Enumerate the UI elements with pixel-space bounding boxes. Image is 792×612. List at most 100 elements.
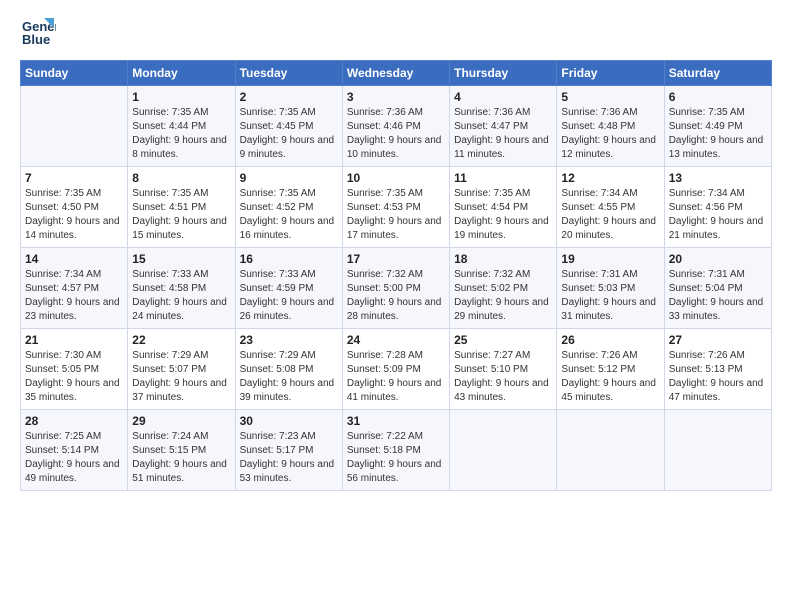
logo-text: General Blue <box>20 16 56 52</box>
cell-sunrise: Sunrise: 7:23 AMSunset: 5:17 PMDaylight:… <box>240 431 335 484</box>
calendar-cell: 20Sunrise: 7:31 AMSunset: 5:04 PMDayligh… <box>664 248 771 329</box>
header-row: SundayMondayTuesdayWednesdayThursdayFrid… <box>21 61 772 86</box>
cell-sunrise: Sunrise: 7:26 AMSunset: 5:12 PMDaylight:… <box>561 350 656 403</box>
day-number: 11 <box>454 171 552 185</box>
calendar-cell: 23Sunrise: 7:29 AMSunset: 5:08 PMDayligh… <box>235 329 342 410</box>
cell-sunrise: Sunrise: 7:35 AMSunset: 4:44 PMDaylight:… <box>132 107 227 160</box>
header-cell-thursday: Thursday <box>450 61 557 86</box>
logo: General Blue <box>20 16 56 52</box>
day-number: 15 <box>132 252 230 266</box>
day-number: 24 <box>347 333 445 347</box>
cell-sunrise: Sunrise: 7:30 AMSunset: 5:05 PMDaylight:… <box>25 350 120 403</box>
calendar-cell: 28 Sunrise: 7:25 AMSunset: 5:14 PMDayligh… <box>21 410 128 491</box>
calendar-cell: 31Sunrise: 7:22 AMSunset: 5:18 PMDayligh… <box>342 410 449 491</box>
day-number: 14 <box>25 252 123 266</box>
day-number: 27 <box>669 333 767 347</box>
calendar-cell: 15 Sunrise: 7:33 AMSunset: 4:58 PMDayligh… <box>128 248 235 329</box>
day-number: 23 <box>240 333 338 347</box>
header-cell-tuesday: Tuesday <box>235 61 342 86</box>
calendar-cell: 19Sunrise: 7:31 AMSunset: 5:03 PMDayligh… <box>557 248 664 329</box>
svg-text:Blue: Blue <box>22 32 50 47</box>
calendar-cell: 10Sunrise: 7:35 AMSunset: 4:53 PMDayligh… <box>342 167 449 248</box>
week-row-0: 1 Sunrise: 7:35 AMSunset: 4:44 PMDaylight… <box>21 86 772 167</box>
calendar-cell <box>664 410 771 491</box>
day-number: 10 <box>347 171 445 185</box>
calendar-cell: 18 Sunrise: 7:32 AMSunset: 5:02 PMDayligh… <box>450 248 557 329</box>
calendar-cell: 11 Sunrise: 7:35 AMSunset: 4:54 PMDayligh… <box>450 167 557 248</box>
calendar-cell: 26 Sunrise: 7:26 AMSunset: 5:12 PMDayligh… <box>557 329 664 410</box>
cell-sunrise: Sunrise: 7:24 AMSunset: 5:15 PMDaylight:… <box>132 431 227 484</box>
cell-sunrise: Sunrise: 7:35 AMSunset: 4:52 PMDaylight:… <box>240 188 335 241</box>
cell-sunrise: Sunrise: 7:33 AMSunset: 4:59 PMDaylight:… <box>240 269 335 322</box>
calendar-cell: 12 Sunrise: 7:34 AMSunset: 4:55 PMDayligh… <box>557 167 664 248</box>
cell-sunrise: Sunrise: 7:27 AMSunset: 5:10 PMDaylight:… <box>454 350 549 403</box>
cell-sunrise: Sunrise: 7:35 AMSunset: 4:51 PMDaylight:… <box>132 188 227 241</box>
header-cell-monday: Monday <box>128 61 235 86</box>
cell-sunrise: Sunrise: 7:35 AMSunset: 4:45 PMDaylight:… <box>240 107 335 160</box>
cell-sunrise: Sunrise: 7:36 AMSunset: 4:48 PMDaylight:… <box>561 107 656 160</box>
calendar-cell <box>557 410 664 491</box>
calendar-cell: 2 Sunrise: 7:35 AMSunset: 4:45 PMDaylight… <box>235 86 342 167</box>
week-row-4: 28 Sunrise: 7:25 AMSunset: 5:14 PMDayligh… <box>21 410 772 491</box>
week-row-3: 21 Sunrise: 7:30 AMSunset: 5:05 PMDayligh… <box>21 329 772 410</box>
cell-sunrise: Sunrise: 7:34 AMSunset: 4:56 PMDaylight:… <box>669 188 764 241</box>
day-number: 17 <box>347 252 445 266</box>
day-number: 3 <box>347 90 445 104</box>
calendar-cell: 9 Sunrise: 7:35 AMSunset: 4:52 PMDaylight… <box>235 167 342 248</box>
calendar-cell: 8 Sunrise: 7:35 AMSunset: 4:51 PMDaylight… <box>128 167 235 248</box>
day-number: 22 <box>132 333 230 347</box>
calendar-cell: 27Sunrise: 7:26 AMSunset: 5:13 PMDayligh… <box>664 329 771 410</box>
calendar-cell: 17Sunrise: 7:32 AMSunset: 5:00 PMDayligh… <box>342 248 449 329</box>
cell-sunrise: Sunrise: 7:35 AMSunset: 4:50 PMDaylight:… <box>25 188 120 241</box>
cell-sunrise: Sunrise: 7:36 AMSunset: 4:46 PMDaylight:… <box>347 107 442 160</box>
day-number: 26 <box>561 333 659 347</box>
header: General Blue <box>20 16 772 52</box>
cell-sunrise: Sunrise: 7:33 AMSunset: 4:58 PMDaylight:… <box>132 269 227 322</box>
cell-sunrise: Sunrise: 7:31 AMSunset: 5:04 PMDaylight:… <box>669 269 764 322</box>
day-number: 4 <box>454 90 552 104</box>
calendar-cell: 3 Sunrise: 7:36 AMSunset: 4:46 PMDaylight… <box>342 86 449 167</box>
calendar-table: SundayMondayTuesdayWednesdayThursdayFrid… <box>20 60 772 491</box>
cell-sunrise: Sunrise: 7:35 AMSunset: 4:49 PMDaylight:… <box>669 107 764 160</box>
day-number: 1 <box>132 90 230 104</box>
calendar-cell: 7Sunrise: 7:35 AMSunset: 4:50 PMDaylight… <box>21 167 128 248</box>
day-number: 25 <box>454 333 552 347</box>
day-number: 12 <box>561 171 659 185</box>
page-container: General Blue SundayMondayTuesdayWednesda… <box>0 0 792 501</box>
cell-sunrise: Sunrise: 7:25 AMSunset: 5:14 PMDaylight:… <box>25 431 120 484</box>
calendar-cell: 25 Sunrise: 7:27 AMSunset: 5:10 PMDayligh… <box>450 329 557 410</box>
cell-sunrise: Sunrise: 7:34 AMSunset: 4:55 PMDaylight:… <box>561 188 656 241</box>
header-cell-sunday: Sunday <box>21 61 128 86</box>
day-number: 30 <box>240 414 338 428</box>
day-number: 21 <box>25 333 123 347</box>
calendar-cell <box>450 410 557 491</box>
calendar-cell: 1 Sunrise: 7:35 AMSunset: 4:44 PMDaylight… <box>128 86 235 167</box>
day-number: 9 <box>240 171 338 185</box>
day-number: 2 <box>240 90 338 104</box>
day-number: 6 <box>669 90 767 104</box>
header-cell-friday: Friday <box>557 61 664 86</box>
calendar-cell: 29 Sunrise: 7:24 AMSunset: 5:15 PMDayligh… <box>128 410 235 491</box>
cell-sunrise: Sunrise: 7:29 AMSunset: 5:07 PMDaylight:… <box>132 350 227 403</box>
day-number: 5 <box>561 90 659 104</box>
day-number: 8 <box>132 171 230 185</box>
cell-sunrise: Sunrise: 7:34 AMSunset: 4:57 PMDaylight:… <box>25 269 120 322</box>
day-number: 29 <box>132 414 230 428</box>
calendar-cell: 22 Sunrise: 7:29 AMSunset: 5:07 PMDayligh… <box>128 329 235 410</box>
calendar-cell: 6 Sunrise: 7:35 AMSunset: 4:49 PMDaylight… <box>664 86 771 167</box>
day-number: 19 <box>561 252 659 266</box>
cell-sunrise: Sunrise: 7:35 AMSunset: 4:54 PMDaylight:… <box>454 188 549 241</box>
day-number: 18 <box>454 252 552 266</box>
day-number: 28 <box>25 414 123 428</box>
calendar-cell: 5 Sunrise: 7:36 AMSunset: 4:48 PMDaylight… <box>557 86 664 167</box>
calendar-cell <box>21 86 128 167</box>
week-row-2: 14 Sunrise: 7:34 AMSunset: 4:57 PMDayligh… <box>21 248 772 329</box>
cell-sunrise: Sunrise: 7:32 AMSunset: 5:02 PMDaylight:… <box>454 269 549 322</box>
calendar-cell: 24Sunrise: 7:28 AMSunset: 5:09 PMDayligh… <box>342 329 449 410</box>
calendar-cell: 4Sunrise: 7:36 AMSunset: 4:47 PMDaylight… <box>450 86 557 167</box>
calendar-cell: 14 Sunrise: 7:34 AMSunset: 4:57 PMDayligh… <box>21 248 128 329</box>
cell-sunrise: Sunrise: 7:22 AMSunset: 5:18 PMDaylight:… <box>347 431 442 484</box>
calendar-cell: 30 Sunrise: 7:23 AMSunset: 5:17 PMDayligh… <box>235 410 342 491</box>
header-cell-wednesday: Wednesday <box>342 61 449 86</box>
header-cell-saturday: Saturday <box>664 61 771 86</box>
